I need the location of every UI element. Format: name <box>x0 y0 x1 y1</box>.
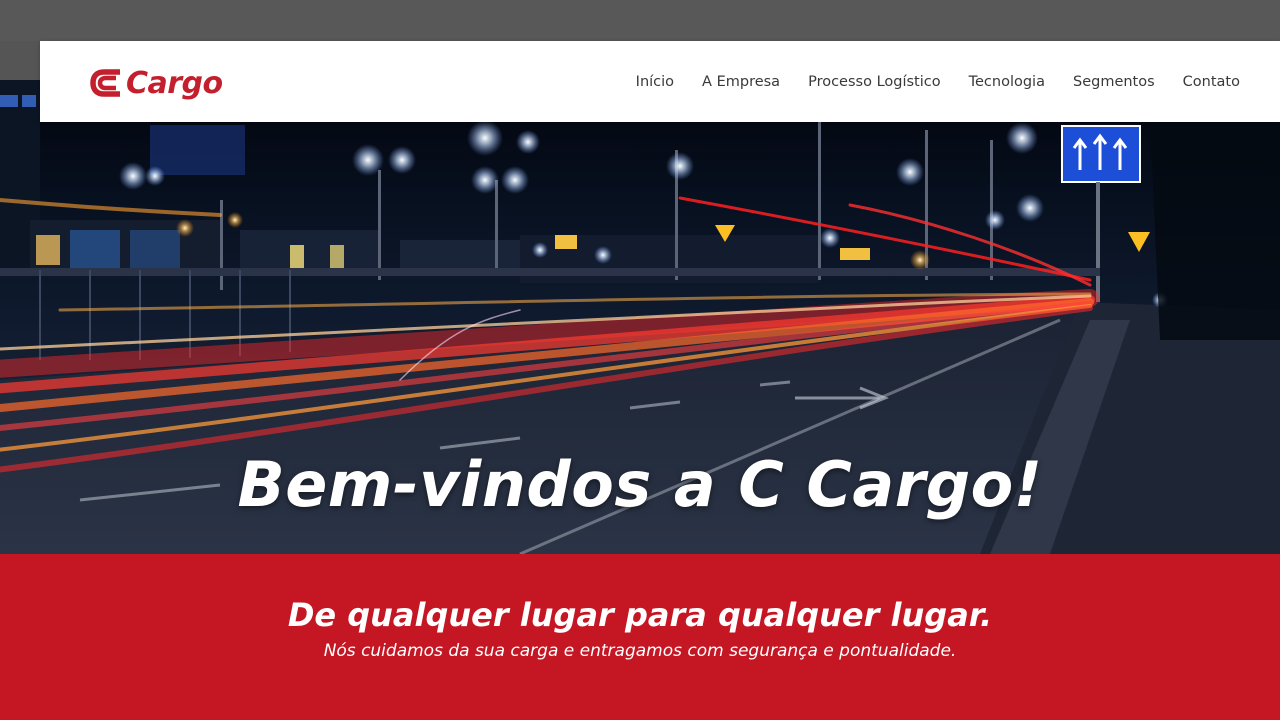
tagline-title: De qualquer lugar para qualquer lugar. <box>287 596 993 634</box>
nav-item-processo-logistico[interactable]: Processo Logístico <box>808 74 941 90</box>
c-logo-icon <box>90 69 120 97</box>
site-header: Cargo Início A Empresa Processo Logístic… <box>40 41 1280 122</box>
nav-item-segmentos[interactable]: Segmentos <box>1073 74 1155 90</box>
nav-item-tecnologia[interactable]: Tecnologia <box>969 74 1045 90</box>
tagline-band: De qualquer lugar para qualquer lugar. N… <box>0 554 1280 720</box>
main-nav: Início A Empresa Processo Logístico Tecn… <box>608 41 1240 122</box>
logo-wordmark: Cargo <box>126 65 223 101</box>
nav-item-contato[interactable]: Contato <box>1183 74 1240 90</box>
nav-item-a-empresa[interactable]: A Empresa <box>702 74 780 90</box>
hero-title: Bem-vindos a C Cargo! <box>237 448 1043 521</box>
tagline-subtitle: Nós cuidamos da sua carga e entragamos c… <box>323 641 957 661</box>
browser-top-bar <box>0 0 1280 41</box>
site-logo[interactable]: Cargo <box>90 63 223 103</box>
nav-item-inicio[interactable]: Início <box>636 74 674 90</box>
